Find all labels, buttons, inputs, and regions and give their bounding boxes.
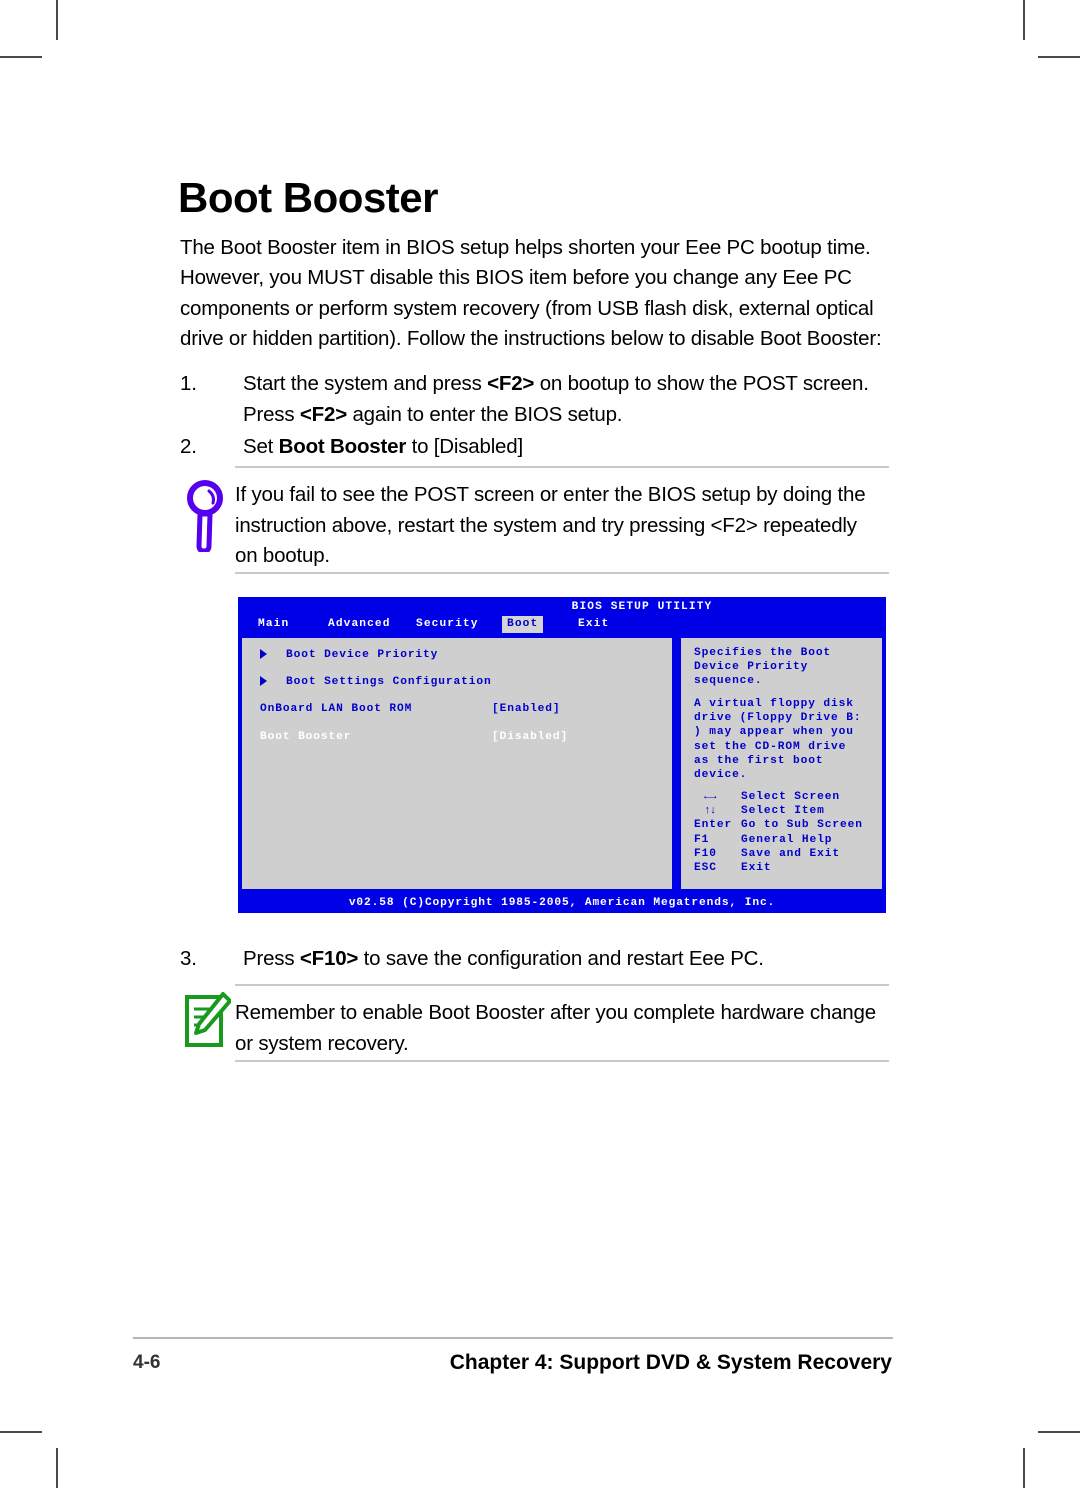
document-page: Boot Booster The Boot Booster item in BI…: [0, 0, 1080, 1488]
step-text-part: again to enter the BIOS setup.: [346, 402, 623, 426]
note-pencil-icon: [183, 992, 232, 1055]
divider: [235, 984, 889, 986]
key-description: Select Item: [741, 805, 825, 818]
step-text-part: Start the system and press: [243, 372, 488, 395]
key-description: Exit: [741, 861, 772, 874]
bios-option-label: OnBoard LAN Boot ROM: [260, 703, 413, 715]
bios-option-label: Boot Settings Configuration: [286, 676, 492, 688]
note-text: Remember to enable Boot Booster after yo…: [235, 1001, 876, 1055]
key-description: Select Screen: [741, 791, 840, 803]
key-f2: <F2>: [487, 372, 535, 395]
step-number: 2.: [180, 435, 197, 458]
key-left-right-icon: ←→: [704, 791, 716, 803]
intro-paragraph: The Boot Booster item in BIOS setup help…: [180, 235, 882, 351]
footer-chapter-title: Chapter 4: Support DVD & System Recovery: [449, 1351, 892, 1374]
crop-mark-bottom-left-vertical: [56, 1448, 58, 1488]
bios-option-value: [Disabled]: [492, 731, 569, 743]
step-text: Set Boot Booster to [Disabled]: [243, 432, 892, 463]
step-text: Press <F10> to save the configuration an…: [243, 944, 892, 975]
crop-mark-bottom-right-vertical: [1023, 1448, 1025, 1488]
list-item-step-2: 2. Set Boot Booster to [Disabled]: [180, 432, 892, 463]
bios-option-label: Boot Device Priority: [286, 649, 439, 661]
key-f10: F10: [694, 847, 717, 860]
crop-mark-top-left-vertical: [56, 0, 58, 40]
bios-option-label: Boot Booster: [260, 731, 352, 743]
footer-divider: [133, 1337, 893, 1339]
divider: [235, 1060, 889, 1062]
key-f1: F1: [694, 833, 710, 846]
key-up-down-icon: ↑↓: [704, 805, 716, 818]
bios-copyright-footer: v02.58 (C)Copyright 1985-2005, American …: [348, 896, 776, 909]
bios-tab-boot[interactable]: Boot: [502, 616, 544, 634]
submenu-arrow-icon: [260, 676, 267, 686]
bios-tab-advanced[interactable]: Advanced: [328, 617, 391, 631]
step-text-part: Set: [243, 435, 279, 458]
divider: [235, 572, 889, 574]
step-number: 1.: [180, 372, 197, 395]
bios-title: BIOS SETUP UTILITY: [571, 601, 713, 613]
key-esc: ESC: [694, 861, 717, 874]
magnifier-icon: [183, 478, 229, 557]
page-title: Boot Booster: [178, 174, 439, 222]
bios-tab-security[interactable]: Security: [416, 617, 479, 631]
bios-tab-exit[interactable]: Exit: [578, 617, 609, 631]
bios-menu-bar: Main Advanced Security Boot Exit: [238, 616, 886, 634]
key-enter: Enter: [694, 819, 733, 832]
key-description: General Help: [741, 833, 833, 846]
submenu-arrow-icon: [260, 649, 267, 659]
step-text: Start the system and press <F2> on bootu…: [243, 369, 892, 430]
list-item-step-3: 3. Press <F10> to save the configuration…: [180, 944, 892, 975]
page-number: 4-6: [133, 1352, 161, 1373]
bios-tab-main[interactable]: Main: [258, 617, 289, 631]
crop-mark-bottom-right-horizontal: [1038, 1431, 1080, 1433]
crop-mark-bottom-left-horizontal: [0, 1431, 42, 1433]
key-f2: <F2>: [299, 402, 347, 426]
tip-text: If you fail to see the POST screen or en…: [235, 483, 866, 567]
bios-help-text-1: Specifies the Boot Device Priority seque…: [694, 647, 832, 688]
bios-option-value: [Enabled]: [492, 703, 561, 715]
key-f10: <F10>: [299, 947, 359, 970]
step-text-part: to save the configuration and restart Ee…: [358, 947, 764, 970]
bios-help-panel: Specifies the Boot Device Priority seque…: [679, 636, 884, 891]
step-number: 3.: [180, 947, 197, 970]
bios-help-text-2: A virtual floppy disk drive (Floppy Driv…: [694, 698, 862, 782]
crop-mark-top-right-horizontal: [1038, 56, 1080, 58]
boot-booster-emphasis: Boot Booster: [278, 435, 407, 458]
divider: [235, 466, 889, 468]
crop-mark-top-left-horizontal: [0, 56, 42, 58]
bios-setup-screenshot: BIOS SETUP UTILITY Main Advanced Securit…: [238, 597, 886, 913]
key-description: Go to Sub Screen: [741, 819, 863, 832]
list-item-step-1: 1. Start the system and press <F2> on bo…: [180, 369, 892, 430]
instruction-list: 1. Start the system and press <F2> on bo…: [180, 369, 892, 465]
step-text-part: to [Disabled]: [406, 435, 524, 458]
crop-mark-top-right-vertical: [1023, 0, 1025, 40]
key-description: Save and Exit: [741, 847, 840, 860]
step-text-part: Press: [243, 947, 300, 970]
bios-options-panel: Boot Device Priority Boot Settings Confi…: [240, 636, 674, 891]
